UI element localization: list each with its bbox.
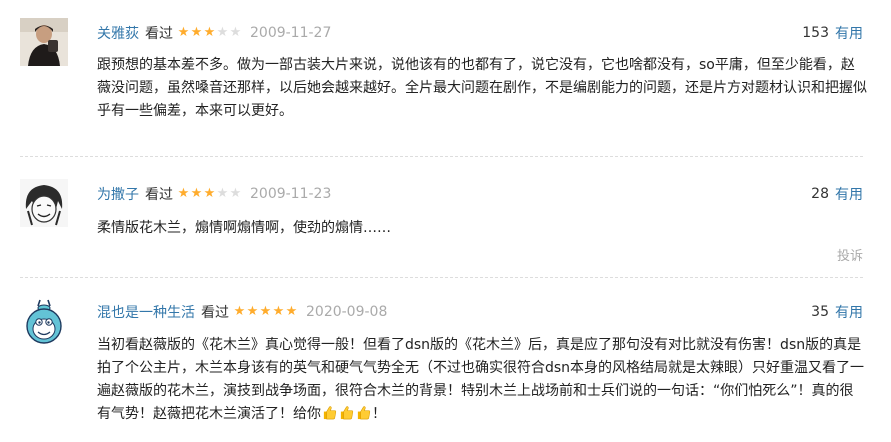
vote-count: 28 xyxy=(811,186,829,202)
star-filled-icon: ★ xyxy=(246,304,259,319)
avatar[interactable] xyxy=(20,18,68,66)
avatar-image xyxy=(20,298,68,346)
star-filled-icon: ★ xyxy=(233,304,246,319)
avatar-image xyxy=(20,179,68,227)
comment-item: 为撒子 看过 ★ ★ ★ ★ ★ 2009-11-23 28 有用 柔情版花木兰… xyxy=(0,157,891,277)
watch-status: 看过 xyxy=(145,26,173,42)
star-filled-icon: ★ xyxy=(285,304,298,319)
comment-info: 关雅荻 看过 ★ ★ ★ ★ ★ 2009-11-27 xyxy=(97,22,331,44)
vote-area: 28 有用 xyxy=(811,183,863,205)
avatar[interactable] xyxy=(20,179,68,227)
comment-date: 2009-11-27 xyxy=(250,25,332,41)
comment-info: 为撒子 看过 ★ ★ ★ ★ ★ 2009-11-23 xyxy=(97,183,331,205)
watch-status: 看过 xyxy=(145,187,173,203)
username-link[interactable]: 关雅荻 xyxy=(97,23,139,43)
star-filled-icon: ★ xyxy=(259,304,272,319)
comment-item: 混也是一种生活 看过 ★ ★ ★ ★ ★ 2020-09-08 35 有用 当初… xyxy=(0,278,891,442)
vote-count: 35 xyxy=(811,304,829,320)
avatar-image xyxy=(20,18,68,66)
rating-stars: ★ ★ ★ ★ ★ xyxy=(233,305,298,319)
rating-stars: ★ ★ ★ ★ ★ xyxy=(177,26,242,40)
comment-date: 2009-11-23 xyxy=(250,186,332,202)
vote-area: 153 有用 xyxy=(802,22,863,44)
thumbs-up-icon xyxy=(356,405,371,420)
useful-button[interactable]: 有用 xyxy=(835,302,863,322)
comment-text: 柔情版花木兰，煽情啊煽情啊，使劲的煽情…… xyxy=(97,220,391,236)
comment-text-body: 当初看赵薇版的《花木兰》真心觉得一般！但看了dsn版的《花木兰》后，真是应了那句… xyxy=(97,337,865,422)
useful-button[interactable]: 有用 xyxy=(835,23,863,43)
rating-stars: ★ ★ ★ ★ ★ xyxy=(177,187,242,201)
star-filled-icon: ★ xyxy=(177,25,190,40)
report-button[interactable]: 投诉 xyxy=(837,245,863,264)
comment-text-tail: ！ xyxy=(372,406,386,422)
avatar[interactable] xyxy=(20,298,68,346)
comment-item: 关雅荻 看过 ★ ★ ★ ★ ★ 2009-11-27 153 有用 跟预想的基… xyxy=(0,0,891,156)
useful-button[interactable]: 有用 xyxy=(835,184,863,204)
star-filled-icon: ★ xyxy=(190,25,203,40)
thumbs-up-icon xyxy=(322,405,337,420)
vote-count: 153 xyxy=(802,25,829,41)
star-filled-icon: ★ xyxy=(203,186,216,201)
star-empty-icon: ★ xyxy=(216,25,229,40)
star-filled-icon: ★ xyxy=(272,304,285,319)
comment-info: 混也是一种生活 看过 ★ ★ ★ ★ ★ 2020-09-08 xyxy=(97,301,387,323)
watch-status: 看过 xyxy=(201,305,229,321)
star-filled-icon: ★ xyxy=(190,186,203,201)
star-filled-icon: ★ xyxy=(177,186,190,201)
star-filled-icon: ★ xyxy=(203,25,216,40)
username-link[interactable]: 混也是一种生活 xyxy=(97,302,195,322)
star-empty-icon: ★ xyxy=(216,186,229,201)
thumbs-up-icon xyxy=(339,405,354,420)
comment-text: 当初看赵薇版的《花木兰》真心觉得一般！但看了dsn版的《花木兰》后，真是应了那句… xyxy=(97,334,867,426)
comment-date: 2020-09-08 xyxy=(306,304,388,320)
comment-text: 跟预想的基本差不多。做为一部古装大片来说，说他该有的也都有了，说它没有，它也啥都… xyxy=(97,57,867,119)
vote-area: 35 有用 xyxy=(811,301,863,323)
star-empty-icon: ★ xyxy=(229,186,242,201)
star-empty-icon: ★ xyxy=(229,25,242,40)
username-link[interactable]: 为撒子 xyxy=(97,184,139,204)
